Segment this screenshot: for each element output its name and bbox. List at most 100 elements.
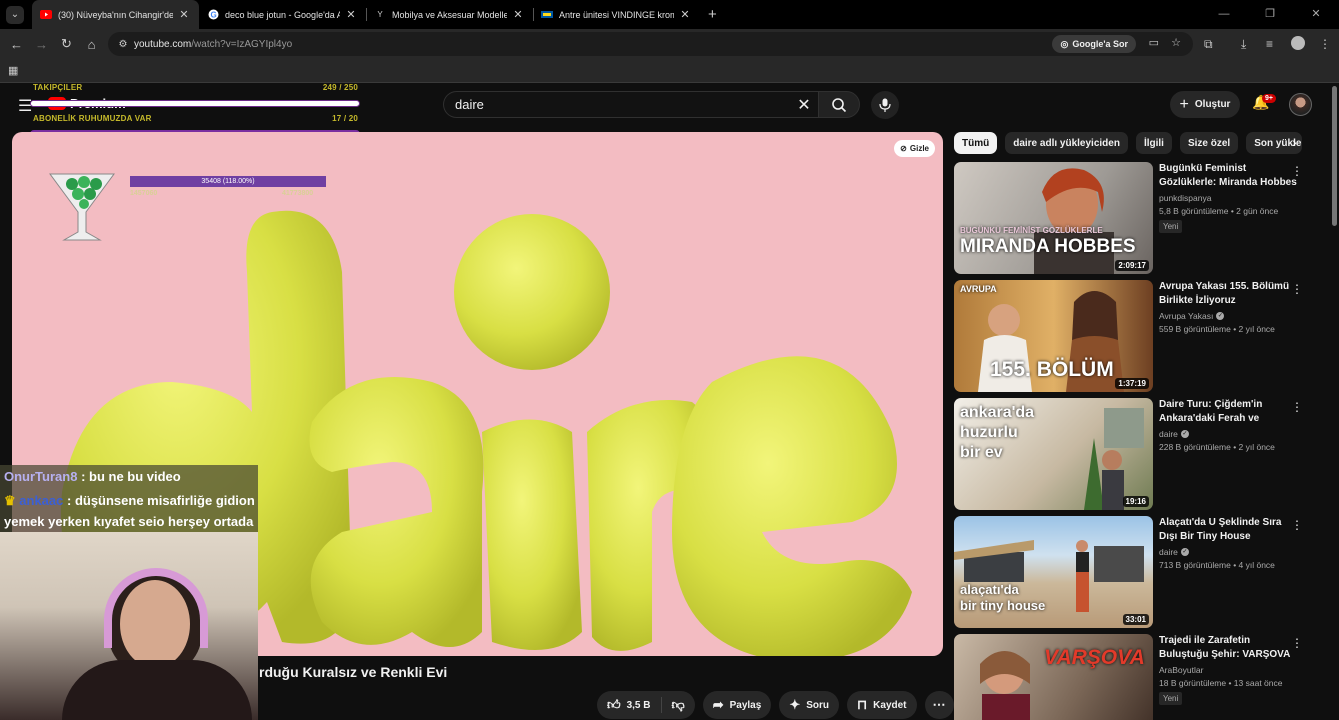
extensions-icon[interactable]: ⧉ (1204, 37, 1213, 52)
rec-channel[interactable]: AraBoyutlar (1159, 665, 1299, 675)
thumb-text: 155. BÖLÜM (990, 358, 1114, 381)
rec-title[interactable]: Avrupa Yakası 155. Bölümü Birlikte İzliy… (1159, 280, 1299, 308)
followers-value: 249 / 250 (322, 84, 358, 92)
ask-label: Soru (806, 699, 829, 711)
rec-title[interactable]: Alaçatı'da U Şeklinde Sıra Dışı Bir Tiny… (1159, 516, 1299, 544)
recommendation-item[interactable]: alaçatı'da bir tiny house 33:01 Alaçatı'… (954, 516, 1303, 628)
close-tab-icon[interactable]: ✕ (678, 8, 692, 21)
search-button[interactable] (818, 91, 860, 118)
subs-value: 17 / 20 (332, 114, 358, 123)
tab-google[interactable]: G deco blue jotun - Google'da Ar ✕ (199, 0, 366, 29)
youtube-header: ☰ ▶ Premium TR ✕ +Oluştur 🔔 9+ TAKİPÇİLE… (0, 84, 1339, 141)
thumb-text: alaçatı'da (960, 582, 1019, 597)
voice-search-button[interactable] (871, 91, 899, 119)
chip-related[interactable]: İlgili (1135, 132, 1172, 154)
bookmark-star-icon[interactable]: ☆ (1171, 36, 1181, 49)
recommendation-info: Alaçatı'da U Şeklinde Sıra Dışı Bir Tiny… (1159, 516, 1299, 570)
chevron-right-icon[interactable]: › (1292, 134, 1297, 150)
close-tab-icon[interactable]: ✕ (177, 8, 191, 21)
rec-meta: 18 B görüntüleme • 13 saat önce (1159, 678, 1283, 688)
channel-name: AraBoyutlar (1159, 665, 1204, 675)
chip-for-you[interactable]: Size özel (1179, 132, 1239, 154)
tab-search-button[interactable]: ⌄ (6, 5, 24, 24)
thumb-text: BUGÜNKÜ FEMİNİST GÖZLÜKLERLE (960, 226, 1103, 235)
chat-message: OnurTuran8 : bu ne bu video (4, 469, 181, 484)
cast-icon[interactable]: ▭ (1149, 36, 1159, 49)
more-menu-icon[interactable]: ⋮ (1319, 37, 1331, 51)
rec-channel[interactable]: punkdispanya (1159, 193, 1299, 203)
new-tab-button[interactable]: + (708, 6, 717, 23)
site-info-icon[interactable]: ⚙ (112, 39, 134, 50)
streamer-webcam (0, 532, 258, 720)
thumbs-up-icon: 👍︎ (607, 697, 621, 712)
kebab-menu-icon[interactable]: ⋮ (1291, 282, 1303, 296)
video-thumbnail[interactable]: AVRUPA 155. BÖLÜM 1:37:19 (954, 280, 1153, 392)
new-badge: Yeni (1159, 220, 1183, 233)
thumb-text: MIRANDA HOBBES (960, 236, 1136, 257)
dislike-button[interactable]: 👎︎ (662, 691, 695, 719)
chip-all[interactable]: Tümü (954, 132, 998, 154)
video-thumbnail[interactable]: ankara'da huzurlu bir ev 19:16 (954, 398, 1153, 510)
rec-channel[interactable]: daire ✓ (1159, 429, 1299, 439)
home-icon[interactable]: ⌂ (79, 37, 104, 52)
followers-label: TAKİPÇİLER (33, 84, 83, 92)
kebab-menu-icon[interactable]: ⋮ (1291, 636, 1303, 650)
account-avatar[interactable] (1289, 93, 1312, 116)
donation-goal-bar: 35408 (118.00%) (130, 176, 326, 187)
rec-title[interactable]: Trajedi ile Zarafetin Buluştuğu Şehir: V… (1159, 634, 1299, 662)
recommendation-item[interactable]: AVRUPA 155. BÖLÜM 1:37:19 Avrupa Yakası … (954, 280, 1303, 392)
google-ask-button[interactable]: ◎ Google'a Sor (1052, 35, 1136, 53)
like-button[interactable]: 👍︎ 3,5 B (597, 691, 661, 719)
close-tab-icon[interactable]: ✕ (511, 8, 525, 21)
restore-icon[interactable]: ❐ (1247, 0, 1293, 29)
stream-chat-overlay: OnurTuran8 : bu ne bu video ♛ ankaac : d… (0, 465, 258, 532)
address-bar[interactable]: ⚙ youtube.com/watch?v=IzAGYIpl4yo ◎ Googl… (108, 32, 1193, 56)
like-count: 3,5 B (626, 699, 651, 711)
video-thumbnail[interactable]: VARŞOVA (954, 634, 1153, 720)
cocktail-glass-icon (49, 173, 115, 241)
media-queue-icon[interactable]: ≡ (1266, 37, 1273, 51)
rec-meta: 713 B görüntüleme • 4 yıl önce (1159, 560, 1275, 570)
apps-grid-icon[interactable]: ▦ (8, 64, 18, 77)
rec-channel[interactable]: daire ✓ (1159, 547, 1299, 557)
google-icon: G (207, 9, 219, 21)
close-tab-icon[interactable]: ✕ (344, 8, 358, 21)
rec-title[interactable]: Daire Turu: Çiğdem'in Ankara'daki Ferah … (1159, 398, 1299, 426)
profile-icon[interactable] (1291, 36, 1305, 50)
share-button[interactable]: ➦ Paylaş (702, 691, 772, 719)
kebab-menu-icon[interactable]: ⋮ (1291, 400, 1303, 414)
minimize-icon[interactable]: — (1201, 0, 1247, 29)
kebab-menu-icon[interactable]: ⋮ (1291, 164, 1303, 178)
close-window-icon[interactable]: ✕ (1293, 0, 1339, 29)
rec-title[interactable]: Bugünkü Feminist Gözlüklerle: Miranda Ho… (1159, 162, 1299, 190)
search-input[interactable] (455, 97, 790, 112)
back-icon[interactable]: ← (4, 37, 29, 52)
hide-overlay-button[interactable]: ⊘ Gizle (894, 140, 935, 157)
reload-icon[interactable]: ↻ (54, 36, 79, 52)
subs-label: ABONELİK RUHUMUZDA VAR (33, 114, 152, 123)
forward-icon[interactable]: → (29, 37, 54, 52)
tab-ikea[interactable]: Antre ünitesi VINDINGE krom | ✕ (533, 0, 700, 29)
tab-title: deco blue jotun - Google'da Ar (225, 9, 340, 20)
tab-youtube[interactable]: (30) Nüveyba'nın Cihangir'de Ta ✕ (32, 0, 199, 29)
create-label: Oluştur (1194, 99, 1231, 110)
ask-button[interactable]: ✦ Soru (779, 691, 839, 719)
recommendation-item[interactable]: VARŞOVA Trajedi ile Zarafetin Buluştuğu … (954, 634, 1303, 720)
create-button[interactable]: + Oluştur (1170, 91, 1240, 118)
recommendation-item[interactable]: BUGÜNKÜ FEMİNİST GÖZLÜKLERLE MIRANDA HOB… (954, 162, 1303, 274)
scrollbar-thumb[interactable] (1332, 86, 1337, 226)
kebab-menu-icon[interactable]: ⋮ (1291, 518, 1303, 532)
lens-icon: ◎ (1060, 38, 1069, 49)
rec-channel[interactable]: Avrupa Yakası ✓ (1159, 311, 1299, 321)
video-thumbnail[interactable]: BUGÜNKÜ FEMİNİST GÖZLÜKLERLE MIRANDA HOB… (954, 162, 1153, 274)
save-button[interactable]: ⊓ Kaydet (847, 691, 917, 719)
clear-search-icon[interactable]: ✕ (790, 95, 818, 115)
share-icon: ➦ (712, 697, 724, 712)
video-thumbnail[interactable]: alaçatı'da bir tiny house 33:01 (954, 516, 1153, 628)
chip-from-uploader[interactable]: daire adlı yükleyiciden (1005, 132, 1128, 154)
recommendation-info: Avrupa Yakası 155. Bölümü Birlikte İzliy… (1159, 280, 1299, 334)
tab-mobilya[interactable]: Y Mobilya ve Aksesuar Modelleri ✕ (366, 0, 533, 29)
download-icon[interactable]: ⤓ (1241, 37, 1246, 52)
more-actions-button[interactable]: ⋯ (924, 691, 954, 719)
recommendation-item[interactable]: ankara'da huzurlu bir ev 19:16 Daire Tur… (954, 398, 1303, 510)
